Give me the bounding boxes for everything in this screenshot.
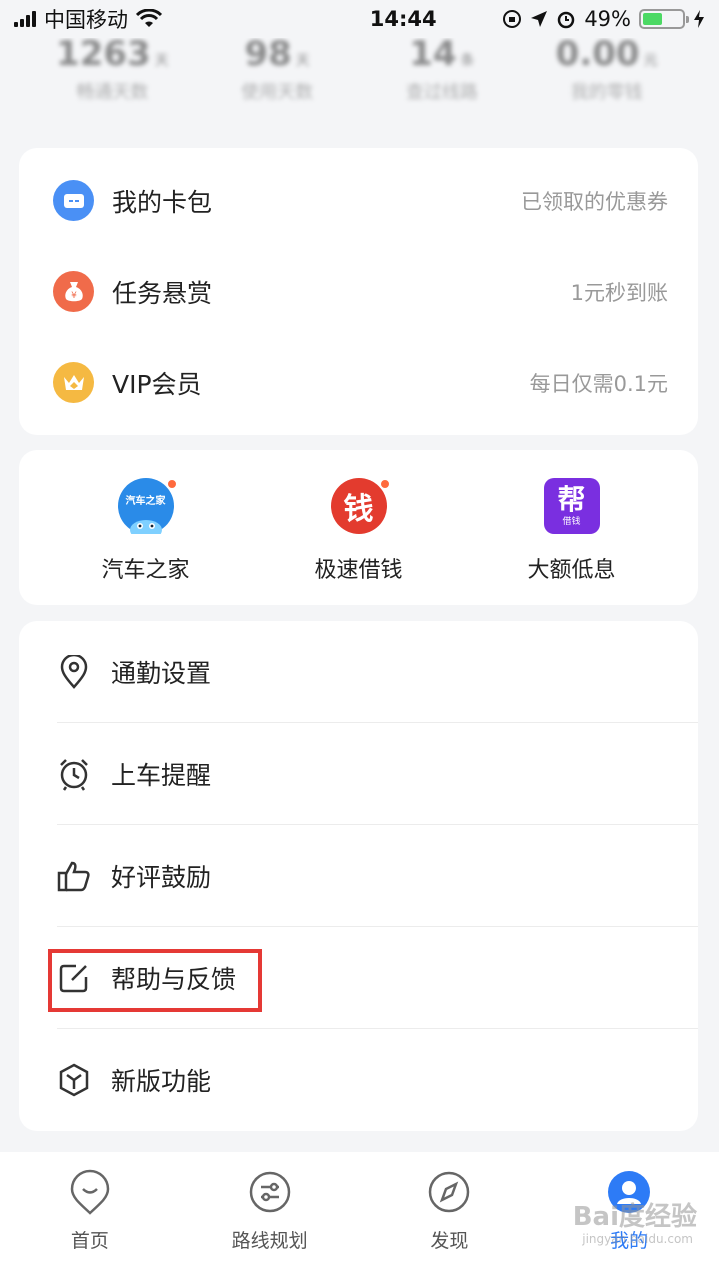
row-subtitle: 1元秒到账 xyxy=(570,280,668,305)
row-title: 上车提醒 xyxy=(111,760,212,790)
money-bag-icon: ¥ xyxy=(53,271,94,312)
stat-item[interactable]: 0.00 元 我的零钱 xyxy=(537,34,677,114)
app-large-loan[interactable]: 帮 借钱 大额低息 xyxy=(472,478,672,584)
wifi-icon xyxy=(136,9,162,27)
crown-icon xyxy=(53,362,94,403)
row-title: VIP会员 xyxy=(112,369,202,399)
card-wallet-icon xyxy=(53,180,94,221)
stat-item[interactable]: 1263 天 畅通天数 xyxy=(42,34,182,114)
battery-percent: 49% xyxy=(584,7,631,31)
boarding-reminder-row[interactable]: 上车提醒 xyxy=(57,723,698,825)
row-title: 任务悬赏 xyxy=(112,278,213,308)
tab-route[interactable]: 路线规划 xyxy=(195,1170,345,1253)
stat-item[interactable]: 98 天 使用天数 xyxy=(207,34,347,114)
app-label: 极速借钱 xyxy=(314,558,403,583)
watermark-logo: Bai度经验 xyxy=(572,1202,697,1232)
rate-app-row[interactable]: 好评鼓励 xyxy=(57,825,698,927)
bang-loan-icon: 帮 借钱 xyxy=(543,478,600,534)
tab-home[interactable]: 首页 xyxy=(15,1169,165,1253)
watermark-url: jingyan.baidu.com xyxy=(582,1232,693,1246)
row-subtitle: 已领取的优惠券 xyxy=(521,189,668,214)
stat-item[interactable]: 14 条 查过线路 xyxy=(372,34,512,114)
charging-icon xyxy=(694,10,704,28)
notification-dot xyxy=(378,478,391,490)
alarm-clock-icon xyxy=(57,757,91,791)
loan-icon: 钱 xyxy=(330,478,391,534)
app-fast-loan[interactable]: 钱 极速借钱 xyxy=(259,478,459,584)
app-label: 大额低息 xyxy=(527,558,616,583)
settings-card: 通勤设置 上车提醒 好评鼓励 帮助与反馈 新版功能 xyxy=(19,621,698,1131)
services-card: 我的卡包 已领取的优惠券 ¥ 任务悬赏 1元秒到账 VIP会员 每日仅需0.1元 xyxy=(19,148,698,435)
location-arrow-icon xyxy=(531,11,548,27)
row-title: 通勤设置 xyxy=(111,658,212,688)
tab-label: 路线规划 xyxy=(231,1230,308,1252)
stats-row: 1263 天 畅通天数 98 天 使用天数 14 条 查过线路 0.00 元 我的零钱 xyxy=(0,34,719,114)
card-wallet-row[interactable]: 我的卡包 已领取的优惠券 xyxy=(19,155,698,246)
row-title: 好评鼓励 xyxy=(111,862,212,892)
commute-settings-row[interactable]: 通勤设置 xyxy=(57,621,698,723)
notification-dot xyxy=(165,478,178,490)
tab-label: 发现 xyxy=(430,1230,469,1252)
route-icon xyxy=(248,1170,292,1214)
row-subtitle: 每日仅需0.1元 xyxy=(529,371,668,396)
vip-member-row[interactable]: VIP会员 每日仅需0.1元 xyxy=(19,337,698,428)
apps-card: 汽车之家 汽车之家 钱 极速借钱 帮 借钱 大额低息 xyxy=(19,450,698,605)
highlight-box xyxy=(48,949,262,1012)
rotation-lock-icon xyxy=(503,10,522,28)
alarm-icon xyxy=(558,11,575,29)
home-smile-icon xyxy=(68,1169,112,1215)
app-label: 汽车之家 xyxy=(101,558,190,583)
location-pin-icon xyxy=(57,654,91,689)
app-autohome[interactable]: 汽车之家 汽车之家 xyxy=(46,478,246,584)
status-time: 14:44 xyxy=(369,7,437,31)
compass-icon xyxy=(427,1170,471,1214)
carrier-name: 中国移动 xyxy=(44,8,128,32)
thumbs-up-icon xyxy=(57,859,91,893)
tab-discover[interactable]: 发现 xyxy=(374,1170,524,1253)
autohome-icon: 汽车之家 xyxy=(117,478,178,534)
status-bar: 中国移动 14:44 49% xyxy=(0,0,719,38)
task-reward-row[interactable]: ¥ 任务悬赏 1元秒到账 xyxy=(19,246,698,337)
new-features-row[interactable]: 新版功能 xyxy=(57,1029,698,1131)
row-title: 我的卡包 xyxy=(112,187,213,217)
tab-label: 首页 xyxy=(70,1230,109,1252)
cube-icon xyxy=(57,1063,91,1097)
battery-icon xyxy=(639,9,689,29)
svg-text:¥: ¥ xyxy=(71,291,77,301)
row-title: 新版功能 xyxy=(111,1067,212,1096)
signal-icon xyxy=(14,11,36,27)
